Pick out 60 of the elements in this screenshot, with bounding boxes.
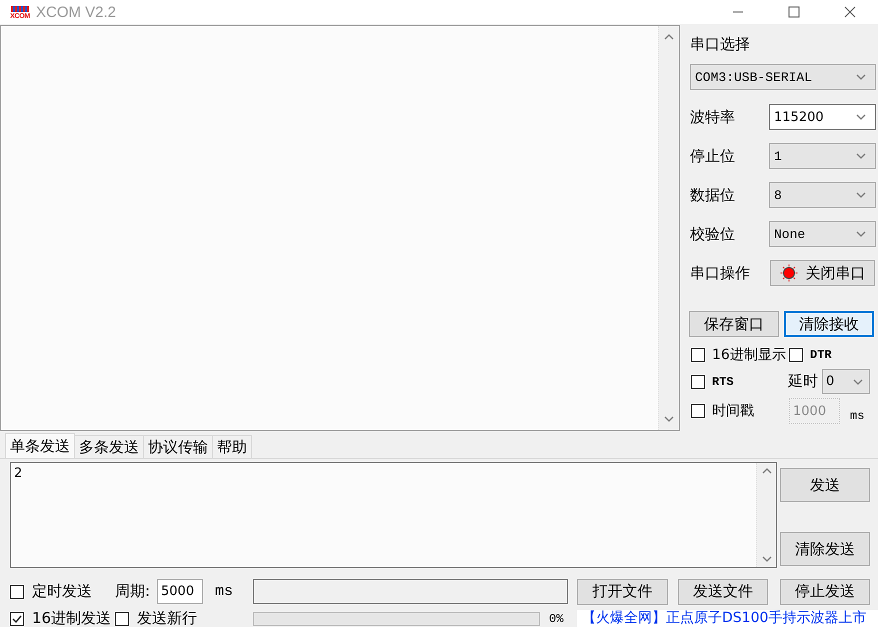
chevron-up-icon — [664, 34, 674, 40]
field-label: 停止位 — [690, 146, 736, 166]
chevron-down-icon — [853, 378, 863, 384]
delay-dropdown[interactable]: 0 — [822, 369, 870, 394]
checkbox-label[interactable]: 16进制发送 — [32, 609, 112, 627]
maximize-icon — [788, 6, 800, 18]
field-label: 校验位 — [690, 224, 736, 244]
chevron-down-icon — [856, 231, 866, 237]
vertical-scrollbar[interactable] — [658, 26, 679, 430]
open-file-button[interactable]: 打开文件 — [577, 578, 668, 604]
dropdown[interactable]: 8 — [769, 182, 876, 208]
checkbox[interactable] — [10, 584, 24, 598]
chevron-down-icon — [664, 416, 674, 422]
dropdown[interactable]: 1 — [769, 143, 876, 169]
checkbox-label[interactable]: 定时发送 — [32, 582, 92, 601]
save-window-button[interactable]: 保存窗口 — [689, 311, 779, 337]
checkbox[interactable] — [691, 404, 705, 418]
field-label: 串口操作 — [690, 264, 751, 282]
promo-link[interactable]: 【火爆全网】正点原子DS100手持示波器上市 — [577, 610, 878, 627]
period-field[interactable]: 5000 — [157, 579, 203, 604]
field-label: 周期: — [115, 582, 152, 601]
field-label: 数据位 — [690, 186, 736, 204]
vertical-scrollbar[interactable] — [756, 463, 776, 567]
checkbox-label[interactable]: DTR — [810, 348, 832, 362]
chevron-down-icon — [856, 153, 866, 159]
send-text-area[interactable]: 2 — [10, 462, 777, 568]
checkbox-label[interactable]: 时间戳 — [712, 402, 754, 420]
unit-label: ms — [215, 583, 234, 600]
close-icon — [844, 6, 856, 18]
unit-label: ms — [850, 409, 864, 423]
checkbox[interactable] — [115, 612, 129, 626]
close-port-button[interactable]: 关闭串口 — [770, 260, 875, 286]
chevron-down-icon — [856, 74, 866, 80]
dropdown[interactable]: None — [769, 221, 876, 247]
checkbox[interactable] — [691, 348, 705, 362]
checkbox-label[interactable]: 发送新行 — [137, 609, 197, 627]
clear-receive-button[interactable]: 清除接收 — [784, 311, 874, 337]
progress-reading: 0% — [549, 612, 564, 626]
clear-send-button[interactable]: 清除发送 — [780, 532, 870, 566]
chevron-up-icon — [762, 468, 772, 474]
port-dropdown[interactable]: COM3:USB-SERIAL — [690, 64, 876, 90]
chevron-down-icon — [856, 192, 866, 198]
tab[interactable]: 帮助 — [212, 435, 252, 458]
window-title: XCOM V2.2 — [36, 4, 116, 20]
file-path-field[interactable] — [253, 579, 568, 604]
field-label: 延时 — [788, 372, 819, 391]
tab[interactable]: 单条发送 — [5, 433, 75, 458]
send-button[interactable]: 发送 — [780, 468, 870, 502]
combo-field[interactable]: 115200 — [769, 104, 876, 130]
chevron-down-icon — [856, 114, 866, 120]
checkbox[interactable] — [691, 374, 705, 388]
chevron-down-icon — [762, 556, 772, 562]
field-label: 串口选择 — [690, 34, 751, 54]
checkbox-label[interactable]: RTS — [712, 374, 734, 388]
checkbox[interactable] — [789, 348, 803, 362]
stop-send-button[interactable]: 停止发送 — [780, 578, 870, 604]
send-file-button[interactable]: 发送文件 — [678, 578, 768, 604]
checkbox[interactable] — [10, 612, 24, 626]
checkbox-label[interactable]: 16进制显示 — [712, 346, 786, 364]
field-label: 波特率 — [690, 108, 736, 126]
